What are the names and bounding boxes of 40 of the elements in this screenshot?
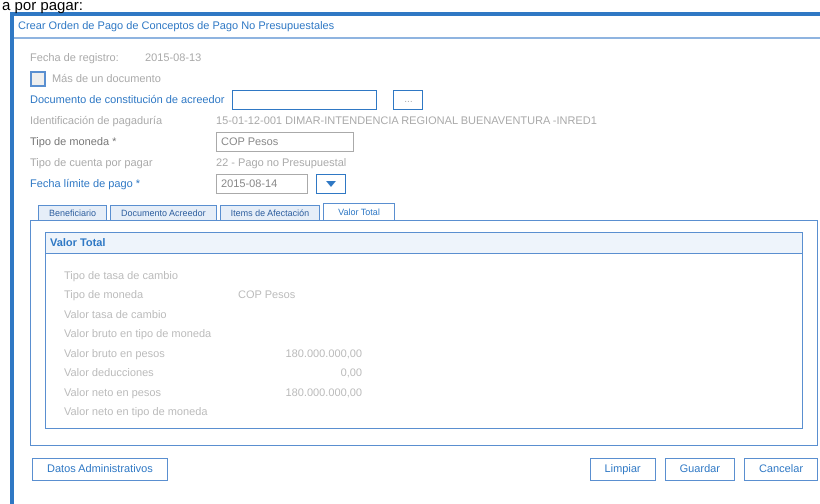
admin-button[interactable]: Datos Administrativos: [32, 458, 168, 480]
input-field[interactable]: [232, 90, 378, 110]
tab[interactable]: Beneficiario: [38, 204, 108, 220]
field-value: 180.000.000,00: [284, 386, 362, 400]
field-label: Identificación de pagaduría: [30, 114, 164, 129]
tab[interactable]: Valor Total: [323, 202, 395, 220]
field-label: Documento de constitución de acreedor: [30, 92, 224, 108]
field-label: Valor deducciones: [64, 366, 155, 381]
field-value: COP Pesos: [238, 288, 296, 303]
field-label: Valor bruto en pesos: [64, 346, 166, 362]
action-button[interactable]: Cancelar: [744, 458, 818, 480]
action-button[interactable]: Guardar: [664, 458, 735, 480]
field-value: 0,00: [340, 366, 362, 381]
field-label: Tipo de cuenta por pagar: [30, 156, 154, 171]
section-title: Valor Total: [46, 232, 802, 254]
field-label: Valor tasa de cambio: [64, 308, 168, 322]
field-label: Fecha de registro:: [30, 50, 120, 66]
field-label: Tipo de moneda *: [30, 134, 118, 150]
field-label: Tipo de moneda: [64, 288, 144, 303]
dropdown-button[interactable]: [316, 174, 346, 194]
checkbox-label: Más de un documento: [52, 72, 161, 87]
field-label: Valor neto en tipo de moneda: [64, 405, 209, 420]
window-title: Crear Orden de Pago de Conceptos de Pago No Presupuestales: [14, 16, 820, 38]
field-label: Valor neto en pesos: [64, 386, 162, 400]
field-label: Valor bruto en tipo de moneda: [64, 327, 212, 342]
field-value: 2015-08-13: [145, 50, 202, 66]
field-label: Tipo de tasa de cambio: [64, 268, 179, 284]
action-button[interactable]: Limpiar: [590, 458, 656, 480]
field-label: Fecha límite de pago *: [30, 176, 142, 192]
field-value: 180.000.000,00: [284, 346, 362, 362]
tab[interactable]: Documento Acreedor: [110, 204, 217, 220]
date-field[interactable]: 2015-08-14: [216, 174, 308, 194]
caret-icon: [326, 181, 336, 187]
field-value: 22 - Pago no Presupuestal: [216, 156, 346, 171]
browse-button[interactable]: ...: [393, 90, 424, 110]
tab[interactable]: Items de Afectación: [220, 204, 320, 220]
caption-text: a por pagar:: [1, 0, 84, 12]
checkbox[interactable]: [30, 71, 46, 87]
input-field[interactable]: COP Pesos: [216, 132, 354, 152]
field-value: 15-01-12-001 DIMAR-INTENDENCIA REGIONAL BUENAVENTURA -INRED1: [216, 114, 597, 129]
